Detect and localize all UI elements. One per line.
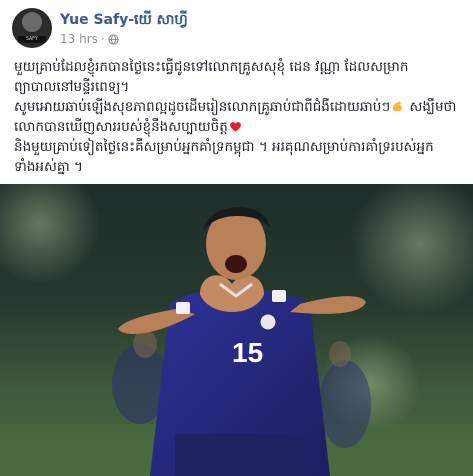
jersey-number: 15 [232, 337, 263, 368]
football-player-celebration-image: 15 [0, 184, 473, 476]
avatar-text: SAFY [18, 36, 46, 43]
flexed-biceps-emoji-icon [393, 101, 403, 112]
globe-icon[interactable] [108, 33, 119, 45]
avatar[interactable]: SAFY [12, 8, 52, 48]
post-text-line-2: ព្យាបាលនៅមន្ទីរពេទ្យ។ [14, 79, 130, 95]
red-heart-emoji-icon [229, 122, 241, 132]
post-timestamp[interactable]: 13 hrs [60, 32, 98, 46]
post-text-line-1: មួយគ្រាប់ដែលខ្ញុំរកបានថ្ងៃនេះធ្វើជូនទៅលោ… [14, 59, 409, 75]
post-message: មួយគ្រាប់ដែលខ្ញុំរកបានថ្ងៃនេះធ្វើជូនទៅលោ… [14, 57, 462, 177]
post-text-segment: សូមអោយឆាប់ឡើងសុខភាពល្អដូចដើមរៀនលោកគ្រូឆា… [14, 99, 391, 115]
post-text-line-6: ទាំងអស់គ្នា ។ [14, 159, 83, 175]
post-photo[interactable]: 15 [0, 184, 473, 476]
post-text-line-3: សូមអោយឆាប់ឡើងសុខភាពល្អដូចដើមរៀនលោកគ្រូឆា… [14, 97, 462, 137]
post-meta: 13 hrs · [60, 32, 119, 46]
author-name-link[interactable]: Yue Safy-យើ សាហ្វី [60, 10, 188, 31]
post-header: SAFY Yue Safy-យើ សាហ្វី 13 hrs · [12, 8, 461, 52]
post-text-line-5: និងមួយគ្រាប់ទៀតថ្ងៃនេះគឺសម្រាប់អ្នកគាំទ្… [14, 139, 434, 155]
meta-separator: · [100, 32, 105, 46]
